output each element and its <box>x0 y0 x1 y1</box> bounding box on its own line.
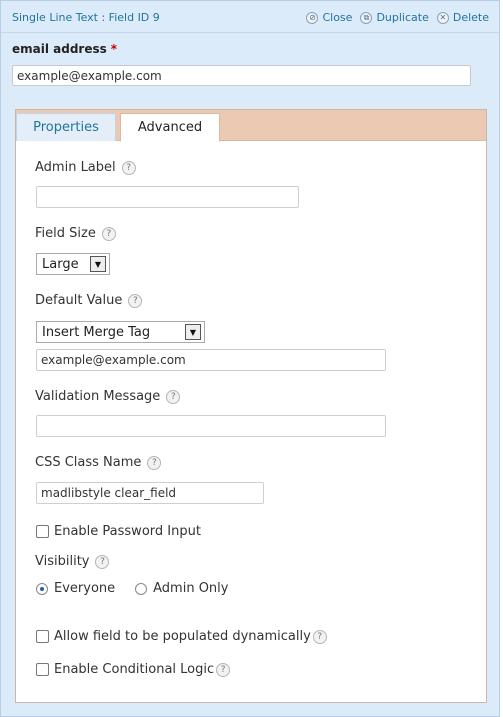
default-value-input[interactable] <box>36 349 386 371</box>
chevron-down-icon: ▼ <box>185 324 201 340</box>
admin-only-radio[interactable] <box>135 582 148 595</box>
field-settings-panel: Single Line Text : Field ID 9 ⊘ Close ⧉ … <box>0 0 500 717</box>
duplicate-icon: ⧉ <box>360 11 373 24</box>
close-circle-icon: ⊘ <box>306 11 319 24</box>
conditional-logic-help-icon[interactable]: ? <box>216 662 231 677</box>
field-title: Single Line Text : Field ID 9 <box>12 11 160 24</box>
populate-dynamically-label[interactable]: Allow field to be populated dynamically <box>54 629 311 644</box>
field-size-label: Field Size <box>35 226 96 241</box>
field-size-help-icon[interactable]: ? <box>101 226 116 241</box>
populate-dynamically-help-icon[interactable]: ? <box>312 629 327 644</box>
field-actions: ⊘ Close ⧉ Duplicate ✕ Delete <box>306 11 489 24</box>
close-button[interactable]: ⊘ Close <box>306 11 352 24</box>
field-size-select[interactable]: Large ▼ <box>36 253 110 275</box>
css-class-help-icon[interactable]: ? <box>147 455 162 470</box>
admin-label-row: Admin Label ? <box>35 160 136 175</box>
field-size-value: Large <box>42 256 79 272</box>
field-size-row: Field Size ? <box>35 226 116 241</box>
visibility-label: Visibility <box>35 554 90 569</box>
visibility-options: Everyone Admin Only <box>36 581 248 596</box>
enable-password-checkbox[interactable] <box>36 525 49 538</box>
admin-label-help-icon[interactable]: ? <box>121 160 136 175</box>
everyone-radio[interactable] <box>36 582 48 595</box>
default-value-help-icon[interactable]: ? <box>128 293 143 308</box>
preview-email-input[interactable] <box>12 65 471 86</box>
validation-message-input[interactable] <box>36 415 386 437</box>
tab-advanced[interactable]: Advanced <box>120 113 220 142</box>
preview-field-label: email address * <box>12 42 117 56</box>
admin-label-label: Admin Label <box>35 160 116 175</box>
settings-tabs-container: Properties Advanced Admin Label ? Field … <box>15 109 487 703</box>
enable-password-label[interactable]: Enable Password Input <box>54 524 201 539</box>
visibility-help-icon[interactable]: ? <box>95 554 110 569</box>
conditional-logic-row: Enable Conditional Logic ? <box>36 662 231 677</box>
validation-message-label: Validation Message <box>35 389 161 404</box>
required-asterisk: * <box>110 42 118 56</box>
admin-label-input[interactable] <box>36 186 299 208</box>
css-class-row: CSS Class Name ? <box>35 455 162 470</box>
close-label: Close <box>322 11 353 24</box>
merge-tag-select[interactable]: Insert Merge Tag ▼ <box>36 321 205 343</box>
delete-label: Delete <box>452 11 489 24</box>
populate-dynamically-checkbox[interactable] <box>36 630 49 643</box>
validation-message-help-icon[interactable]: ? <box>166 389 181 404</box>
merge-tag-value: Insert Merge Tag <box>42 324 151 340</box>
conditional-logic-checkbox[interactable] <box>36 663 49 676</box>
duplicate-button[interactable]: ⧉ Duplicate <box>360 11 429 24</box>
validation-message-row: Validation Message ? <box>35 389 181 404</box>
css-class-input[interactable] <box>36 482 264 504</box>
default-value-row: Default Value ? <box>35 293 143 308</box>
enable-password-row: Enable Password Input <box>36 524 201 539</box>
delete-button[interactable]: ✕ Delete <box>436 11 489 24</box>
populate-dynamically-row: Allow field to be populated dynamically … <box>36 629 327 644</box>
delete-icon: ✕ <box>436 11 449 24</box>
conditional-logic-label[interactable]: Enable Conditional Logic <box>54 662 214 677</box>
everyone-label[interactable]: Everyone <box>54 581 115 596</box>
visibility-option-everyone[interactable]: Everyone <box>36 581 115 596</box>
tab-properties[interactable]: Properties <box>16 113 116 141</box>
preview-label-text: email address <box>12 42 107 56</box>
admin-only-label[interactable]: Admin Only <box>153 581 228 596</box>
tab-strip: Properties Advanced <box>16 110 486 142</box>
visibility-option-admin-only[interactable]: Admin Only <box>135 581 228 596</box>
field-header-bar: Single Line Text : Field ID 9 ⊘ Close ⧉ … <box>1 1 499 33</box>
css-class-label: CSS Class Name <box>35 455 142 470</box>
default-value-label: Default Value <box>35 293 123 308</box>
visibility-row: Visibility ? <box>35 554 110 569</box>
chevron-down-icon: ▼ <box>90 256 106 272</box>
duplicate-label: Duplicate <box>376 11 429 24</box>
